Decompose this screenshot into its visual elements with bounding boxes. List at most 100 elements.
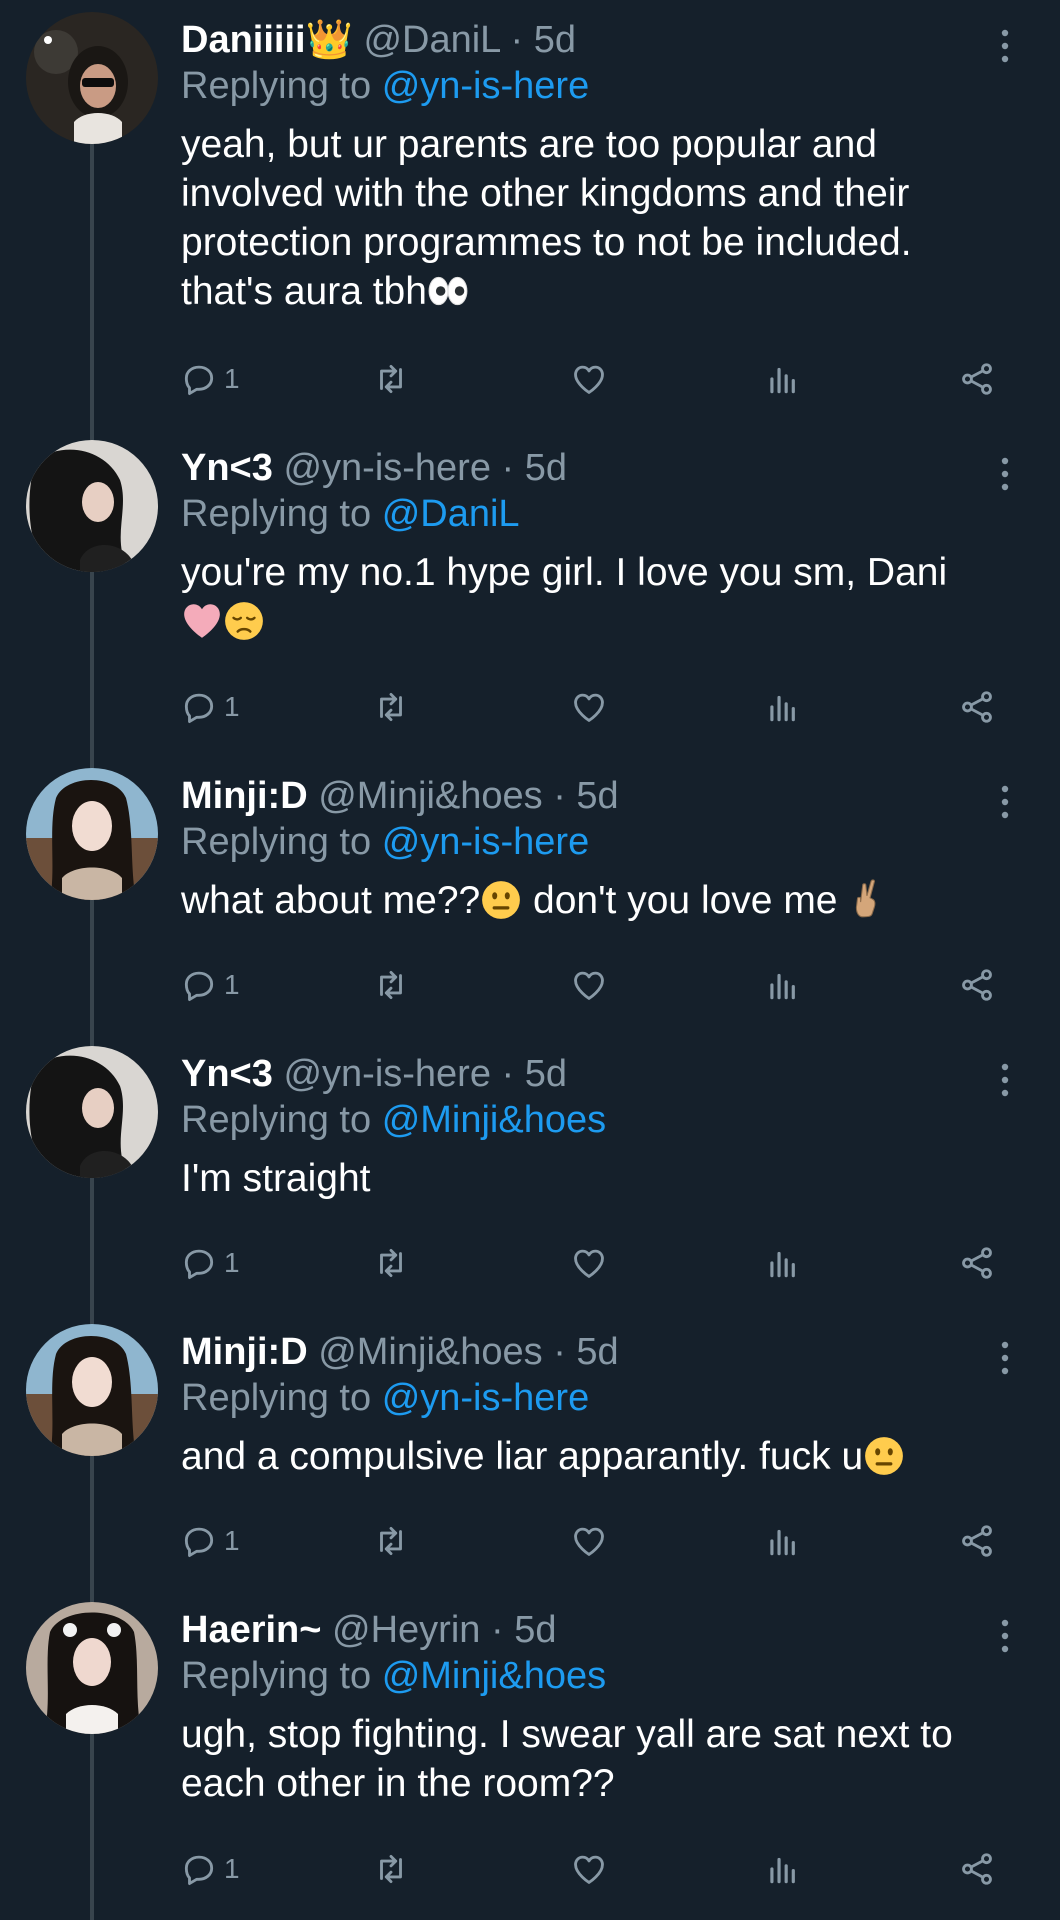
like-icon <box>570 1244 608 1282</box>
share-button[interactable] <box>958 960 996 1010</box>
tweet-text-content: and a compulsive liar apparantly. fuck u <box>181 1435 864 1478</box>
replying-to-label: Replying to <box>181 821 372 863</box>
handle[interactable]: @yn-is-here <box>283 447 491 489</box>
display-name[interactable]: Minji:D <box>181 1331 308 1373</box>
like-button[interactable] <box>570 960 608 1010</box>
more-options-icon[interactable] <box>990 1338 1020 1378</box>
display-name[interactable]: Daniiiii👑 <box>181 19 353 61</box>
mention-link[interactable]: @Minji&hoes <box>382 1099 606 1141</box>
mention-link[interactable]: @Minji&hoes <box>382 1655 606 1697</box>
avatar-yn[interactable] <box>26 440 158 572</box>
mention-link[interactable]: @yn-is-here <box>382 821 590 863</box>
avatar-daniiiii[interactable] <box>26 12 158 144</box>
display-name[interactable]: Yn<3 <box>181 1053 273 1095</box>
analytics-button[interactable] <box>764 682 802 732</box>
pink-heart-emoji <box>181 600 223 642</box>
reply-icon <box>180 1522 218 1560</box>
mention-link[interactable]: @yn-is-here <box>382 65 590 107</box>
like-button[interactable] <box>570 354 608 404</box>
share-button[interactable] <box>958 354 996 404</box>
analytics-button[interactable] <box>764 354 802 404</box>
handle[interactable]: @yn-is-here <box>283 1053 491 1095</box>
reply-count: 1 <box>224 1247 240 1278</box>
like-button[interactable] <box>570 1844 608 1894</box>
display-name[interactable]: Yn<3 <box>181 447 273 489</box>
tweet-header: Minji:D @Minji&hoes · 5d <box>181 774 619 818</box>
retweet-button[interactable] <box>372 1844 410 1894</box>
analytics-button[interactable] <box>764 1516 802 1566</box>
analytics-button[interactable] <box>764 960 802 1010</box>
like-button[interactable] <box>570 682 608 732</box>
like-button[interactable] <box>570 1516 608 1566</box>
more-options-icon[interactable] <box>990 1060 1020 1100</box>
analytics-icon <box>764 360 802 398</box>
timestamp[interactable]: 5d <box>576 1331 618 1373</box>
eyes-emoji <box>427 270 469 312</box>
retweet-button[interactable] <box>372 960 410 1010</box>
retweet-button[interactable] <box>372 1238 410 1288</box>
share-icon <box>958 1850 996 1888</box>
reply-button[interactable]: 1 <box>180 354 240 404</box>
timestamp[interactable]: 5d <box>534 19 576 61</box>
more-options-icon[interactable] <box>990 26 1020 66</box>
replying-to: Replying to @yn-is-here <box>181 1376 589 1420</box>
timestamp[interactable]: 5d <box>525 1053 567 1095</box>
share-icon <box>958 966 996 1004</box>
tweet-text: yeah, but ur parents are too popular and… <box>181 120 1011 316</box>
tweet-text-content: I'm straight <box>181 1157 371 1200</box>
display-name[interactable]: Haerin~ <box>181 1609 321 1651</box>
separator-dot: · <box>553 1331 566 1373</box>
handle[interactable]: @Minji&hoes <box>318 1331 542 1373</box>
mention-link[interactable]: @DaniL <box>382 493 520 535</box>
like-icon <box>570 688 608 726</box>
share-icon <box>958 688 996 726</box>
analytics-button[interactable] <box>764 1844 802 1894</box>
replying-to: Replying to @Minji&hoes <box>181 1098 606 1142</box>
separator-dot: · <box>501 447 515 489</box>
more-options-icon[interactable] <box>990 454 1020 494</box>
share-icon <box>958 1522 996 1560</box>
reply-icon <box>180 360 218 398</box>
tweet-text: I'm straight <box>181 1154 1011 1203</box>
handle[interactable]: @Heyrin <box>332 1609 480 1651</box>
like-button[interactable] <box>570 1238 608 1288</box>
retweet-button[interactable] <box>372 682 410 732</box>
avatar-minji[interactable] <box>26 768 158 900</box>
tweet-actions: 1 <box>0 682 1060 732</box>
tweet-header: Yn<3 @yn-is-here · 5d <box>181 446 567 490</box>
timestamp[interactable]: 5d <box>525 447 567 489</box>
like-icon <box>570 360 608 398</box>
retweet-button[interactable] <box>372 354 410 404</box>
retweet-button[interactable] <box>372 1516 410 1566</box>
share-button[interactable] <box>958 1516 996 1566</box>
retweet-icon <box>372 1850 410 1888</box>
share-button[interactable] <box>958 1238 996 1288</box>
reply-button[interactable]: 1 <box>180 1238 240 1288</box>
analytics-button[interactable] <box>764 1238 802 1288</box>
timestamp[interactable]: 5d <box>514 1609 556 1651</box>
handle[interactable]: @Minji&hoes <box>318 775 542 817</box>
handle[interactable]: @DaniL <box>363 19 499 61</box>
tweet-text: what about me?? don't you love me <box>181 876 1011 925</box>
separator-dot: · <box>490 1609 504 1651</box>
avatar-yn[interactable] <box>26 1046 158 1178</box>
timestamp[interactable]: 5d <box>576 775 618 817</box>
more-options-icon[interactable] <box>990 782 1020 822</box>
reply-button[interactable]: 1 <box>180 682 240 732</box>
reply-button[interactable]: 1 <box>180 1844 240 1894</box>
avatar-haerin[interactable] <box>26 1602 158 1734</box>
replying-to-label: Replying to <box>181 1377 372 1419</box>
share-button[interactable] <box>958 1844 996 1894</box>
more-options-icon[interactable] <box>990 1616 1020 1656</box>
mention-link[interactable]: @yn-is-here <box>382 1377 590 1419</box>
display-name[interactable]: Minji:D <box>181 775 308 817</box>
replying-to: Replying to @yn-is-here <box>181 64 589 108</box>
reply-button[interactable]: 1 <box>180 960 240 1010</box>
tweet-actions: 1 <box>0 960 1060 1010</box>
tweet-actions: 1 <box>0 1844 1060 1894</box>
avatar-minji[interactable] <box>26 1324 158 1456</box>
reply-button[interactable]: 1 <box>180 1516 240 1566</box>
like-icon <box>570 966 608 1004</box>
share-button[interactable] <box>958 682 996 732</box>
tweet-text-content-a: what about me?? <box>181 879 481 922</box>
